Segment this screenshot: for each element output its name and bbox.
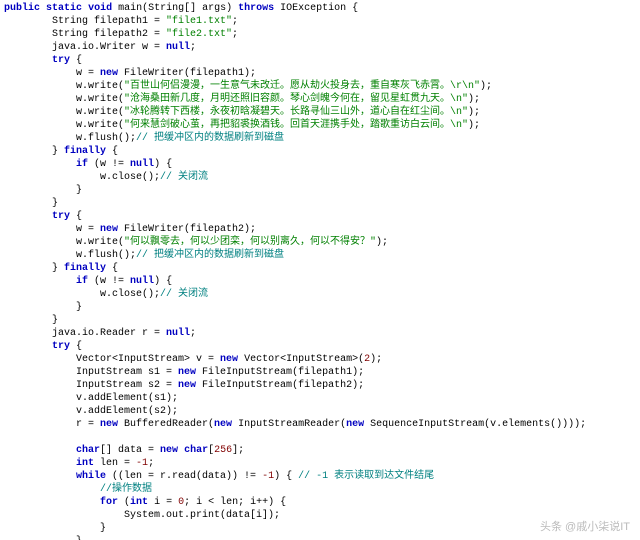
watermark: 头条 @戚小柒说IT <box>540 518 630 534</box>
code-block: public static void main(String[] args) t… <box>0 0 640 540</box>
